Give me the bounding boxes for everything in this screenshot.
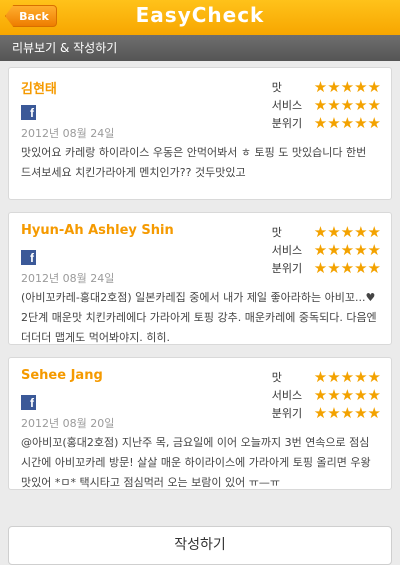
reviewer-name: Sehee Jang — [21, 368, 103, 383]
rating-label-atmosphere: 분위기 — [271, 407, 303, 420]
ratings: 맛 ★★★★★ 서비스 ★★★★★ 분위기 ★★★★★ — [272, 78, 381, 132]
facebook-icon[interactable]: f — [21, 395, 36, 410]
rating-label-service: 서비스 — [271, 389, 303, 402]
star-rating-taste: ★★★★★ — [313, 223, 381, 241]
section-bar: 리뷰보기 & 작성하기 — [0, 35, 400, 61]
review-card: Hyun-Ah Ashley Shin f 2012년 08월 24일 (아비꼬… — [8, 212, 392, 345]
star-rating-service: ★★★★★ — [313, 386, 381, 404]
review-text: @아비꼬(홍대2호점) 지난주 목, 금요일에 이어 오늘까지 3번 연속으로 … — [21, 436, 371, 489]
facebook-icon[interactable]: f — [21, 250, 36, 265]
rating-label-taste: 맛 — [271, 371, 282, 384]
facebook-icon[interactable]: f — [21, 105, 36, 120]
review-list: 김현태 f 2012년 08월 24일 맛있어요 카레랑 하이라이스 우동은 안… — [0, 61, 400, 490]
ratings: 맛 ★★★★★ 서비스 ★★★★★ 분위기 ★★★★★ — [272, 223, 381, 277]
rating-label-service: 서비스 — [271, 99, 303, 112]
review-text: (아비꼬카레-홍대2호점) 일본카레집 중에서 내가 제일 좋아라하는 아비꼬.… — [21, 291, 377, 344]
review-text: 맛있어요 카레랑 하이라이스 우동은 안먹어봐서 ㅎ 토핑 도 맛있습니다 한번… — [21, 146, 367, 179]
rating-label-taste: 맛 — [271, 226, 282, 239]
star-rating-service: ★★★★★ — [313, 241, 381, 259]
app-header: Back EasyCheck — [0, 0, 400, 35]
reviewer-name: 김현태 — [21, 82, 57, 97]
reviewer-name: Hyun-Ah Ashley Shin — [21, 223, 174, 238]
review-date: 2012년 08월 24일 — [21, 127, 115, 140]
rating-label-atmosphere: 분위기 — [271, 117, 303, 130]
star-rating-atmosphere: ★★★★★ — [313, 114, 381, 132]
review-card: Sehee Jang f 2012년 08월 20일 @아비꼬(홍대2호점) 지… — [8, 357, 392, 490]
app-title: EasyCheck — [135, 3, 265, 27]
rating-label-atmosphere: 분위기 — [271, 262, 303, 275]
star-rating-taste: ★★★★★ — [313, 368, 381, 386]
review-date: 2012년 08월 24일 — [21, 272, 115, 285]
write-review-button[interactable]: 작성하기 — [8, 526, 392, 565]
review-date: 2012년 08월 20일 — [21, 417, 115, 430]
star-rating-atmosphere: ★★★★★ — [313, 404, 381, 422]
rating-label-service: 서비스 — [271, 244, 303, 257]
star-rating-atmosphere: ★★★★★ — [313, 259, 381, 277]
review-card: 김현태 f 2012년 08월 24일 맛있어요 카레랑 하이라이스 우동은 안… — [8, 67, 392, 200]
star-rating-taste: ★★★★★ — [313, 78, 381, 96]
rating-label-taste: 맛 — [271, 81, 282, 94]
star-rating-service: ★★★★★ — [313, 96, 381, 114]
ratings: 맛 ★★★★★ 서비스 ★★★★★ 분위기 ★★★★★ — [272, 368, 381, 422]
